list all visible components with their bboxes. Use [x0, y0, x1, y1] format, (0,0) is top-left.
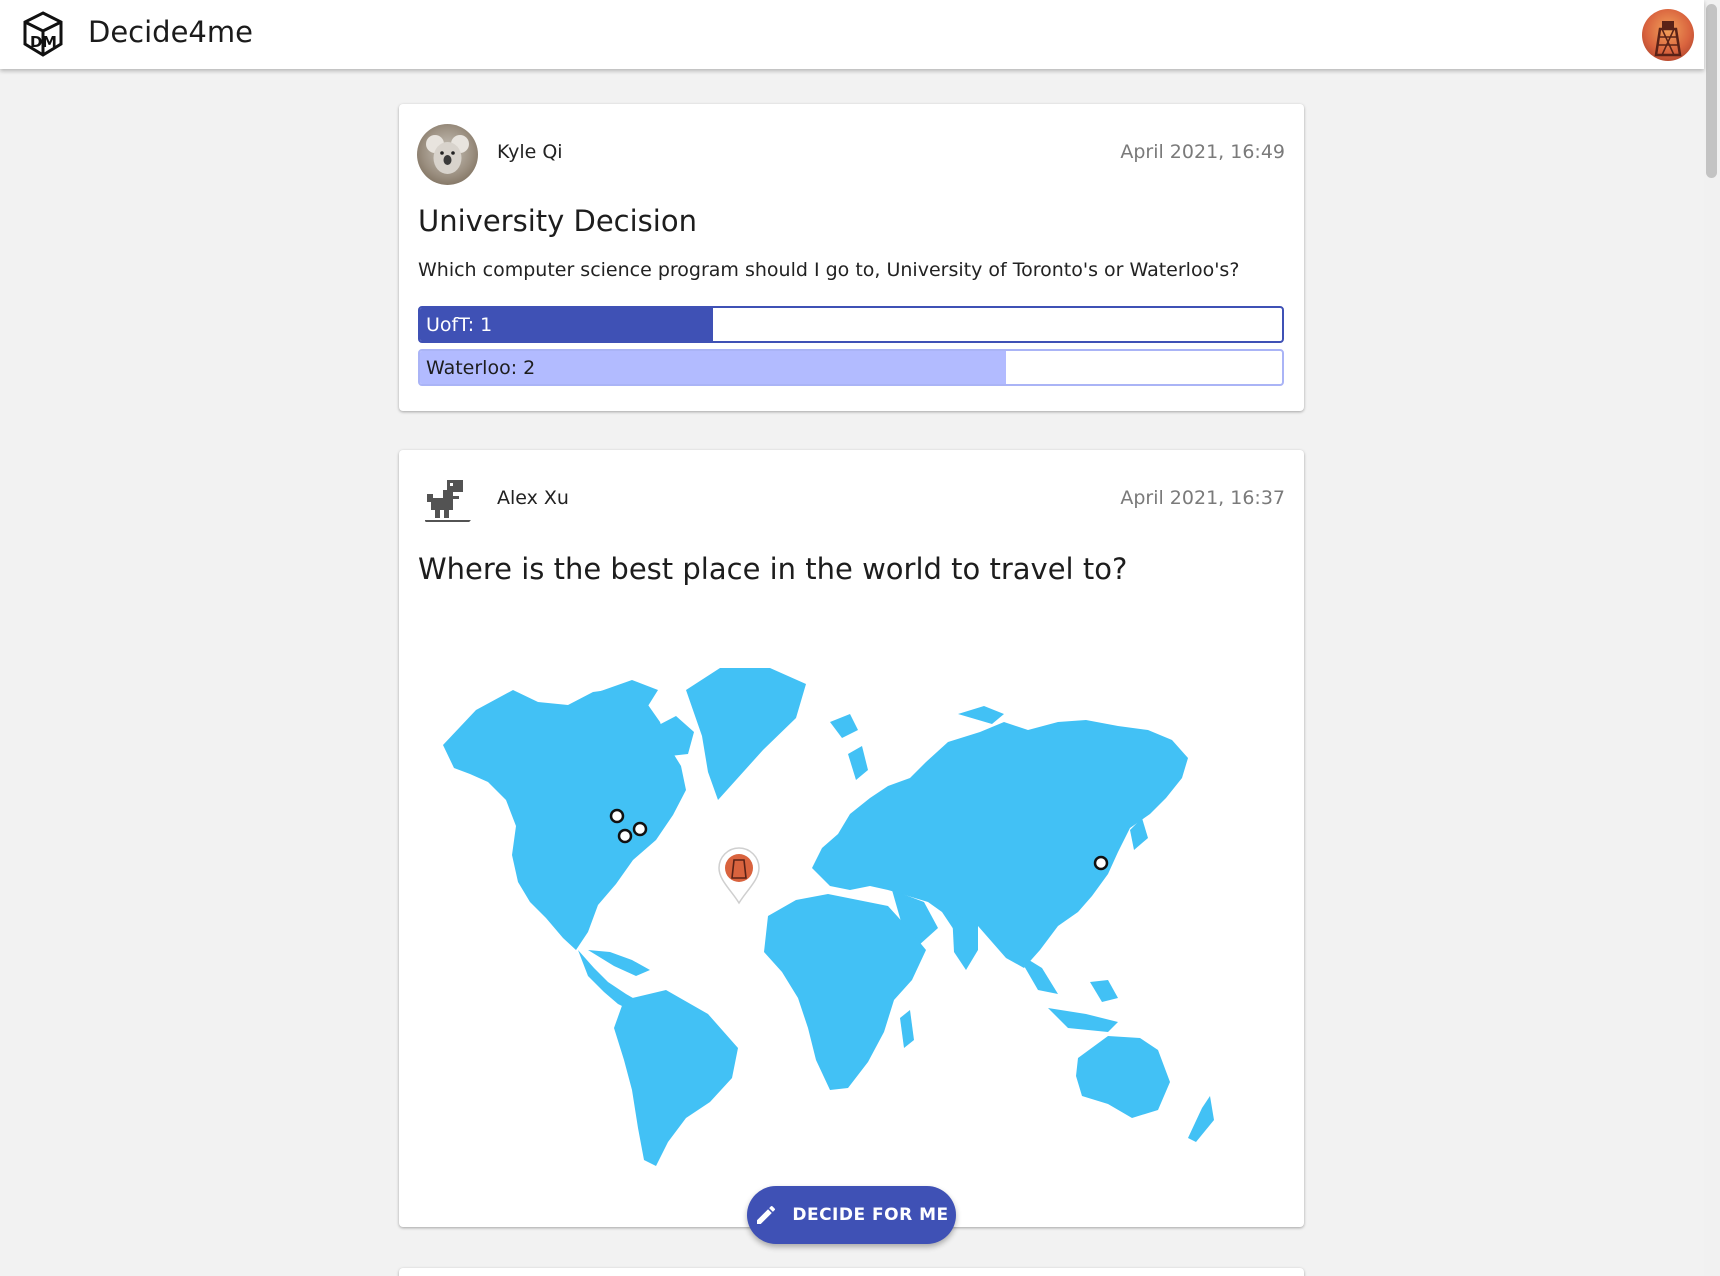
app-bar: D M Decide4me [0, 0, 1704, 69]
scrollbar-track[interactable] [1704, 0, 1720, 1276]
map-marker[interactable] [617, 828, 633, 844]
svg-text:D: D [30, 33, 42, 51]
svg-text:M: M [42, 33, 57, 51]
vote-option-uoft[interactable]: UofT: 1 [418, 306, 1284, 343]
vote-label: Waterloo: 2 [426, 357, 536, 379]
post-title: Where is the best place in the world to … [418, 552, 1128, 586]
koala-avatar-icon[interactable] [417, 124, 478, 185]
fab-label: DECIDE FOR ME [792, 1205, 949, 1225]
vote-option-waterloo[interactable]: Waterloo: 2 [418, 349, 1284, 386]
post-card-next [399, 1268, 1304, 1276]
post-card-travel: Alex Xu April 2021, 16:37 Where is the b… [399, 450, 1304, 1227]
scrollbar-thumb[interactable] [1706, 4, 1717, 178]
map-marker[interactable] [609, 808, 625, 824]
post-timestamp: April 2021, 16:37 [1120, 487, 1285, 509]
app-title: Decide4me [88, 15, 253, 49]
user-location-pin-icon[interactable] [718, 847, 760, 905]
world-map-landmass [443, 668, 1214, 1166]
post-title: University Decision [418, 204, 697, 238]
post-author[interactable]: Kyle Qi [497, 141, 563, 163]
post-timestamp: April 2021, 16:49 [1120, 141, 1285, 163]
user-avatar-icon[interactable] [1642, 9, 1694, 61]
pencil-icon [757, 1205, 776, 1224]
map-marker[interactable] [632, 821, 648, 837]
world-map-svg[interactable] [418, 650, 1284, 1170]
dice-logo-icon[interactable]: D M [20, 10, 66, 58]
map-marker[interactable] [1093, 855, 1109, 871]
post-author[interactable]: Alex Xu [497, 487, 569, 509]
post-card-university: Kyle Qi April 2021, 16:49 University Dec… [399, 104, 1304, 411]
dino-avatar-icon[interactable] [417, 470, 478, 531]
world-map[interactable] [418, 650, 1284, 1170]
decide-for-me-button[interactable]: DECIDE FOR ME [747, 1186, 956, 1244]
post-body: Which computer science program should I … [418, 259, 1240, 281]
vote-label: UofT: 1 [426, 314, 493, 336]
